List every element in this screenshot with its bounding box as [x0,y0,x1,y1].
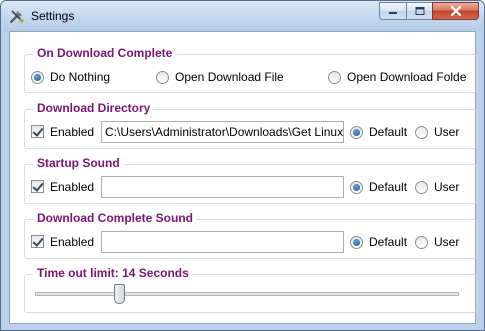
startup-sound-title: Startup Sound [33,156,123,170]
download-directory-input[interactable]: C:\Users\Administrator\Downloads\Get Lin… [101,121,344,143]
startup-sound-user-radio[interactable] [415,181,428,194]
download-complete-sound-title: Download Complete Sound [33,211,196,225]
timeout-slider-track[interactable] [35,292,459,296]
open-folder-label[interactable]: Open Download Folde [347,70,466,84]
caption-buttons [379,2,479,21]
complete-sound-input[interactable] [101,231,344,253]
open-file-label[interactable]: Open Download File [175,70,284,84]
download-directory-user-radio[interactable] [415,126,428,139]
complete-sound-default-label[interactable]: Default [369,235,407,249]
startup-sound-user-label[interactable]: User [434,180,459,194]
minimize-icon [389,12,397,14]
minimize-button[interactable] [379,2,406,20]
download-directory-group: Download Directory Enabled C:\Users\Admi… [24,101,477,149]
download-directory-default-label[interactable]: Default [369,125,407,139]
complete-sound-user-radio[interactable] [415,236,428,249]
startup-sound-enabled-label[interactable]: Enabled [50,180,94,194]
window-title: Settings [31,9,75,23]
startup-sound-default-label[interactable]: Default [369,180,407,194]
tools-icon [9,10,24,24]
open-file-radio[interactable] [156,71,169,84]
maximize-icon [415,7,424,15]
complete-sound-user-label[interactable]: User [434,235,459,249]
startup-sound-group: Startup Sound Enabled Default User [24,156,477,204]
open-folder-radio[interactable] [328,71,341,84]
settings-panel: On Download Complete Do Nothing Open Dow… [9,31,477,324]
complete-sound-default-radio[interactable] [350,236,363,249]
close-button[interactable] [432,2,479,20]
timeout-title: Time out limit: 14 Seconds [33,266,192,280]
download-directory-default-radio[interactable] [350,126,363,139]
download-complete-title: On Download Complete [33,46,176,60]
do-nothing-label[interactable]: Do Nothing [50,70,110,84]
download-directory-user-label[interactable]: User [434,125,459,139]
timeout-slider-thumb[interactable] [114,284,126,304]
timeout-group: Time out limit: 14 Seconds [24,266,477,313]
startup-sound-default-radio[interactable] [350,181,363,194]
title-bar[interactable]: Settings [1,1,484,31]
do-nothing-radio[interactable] [31,71,44,84]
startup-sound-enabled-checkbox[interactable] [31,180,44,193]
download-complete-group: On Download Complete Do Nothing Open Dow… [24,46,477,93]
download-complete-sound-group: Download Complete Sound Enabled Default … [24,211,477,259]
download-directory-enabled-checkbox[interactable] [31,125,44,138]
startup-sound-input[interactable] [101,176,344,198]
download-directory-enabled-label[interactable]: Enabled [50,125,94,139]
settings-window: Settings On Download Complete Do Nothing… [0,0,485,331]
maximize-button[interactable] [406,2,432,20]
close-icon [450,6,461,16]
complete-sound-enabled-checkbox[interactable] [31,235,44,248]
complete-sound-enabled-label[interactable]: Enabled [50,235,94,249]
download-directory-title: Download Directory [33,101,154,115]
